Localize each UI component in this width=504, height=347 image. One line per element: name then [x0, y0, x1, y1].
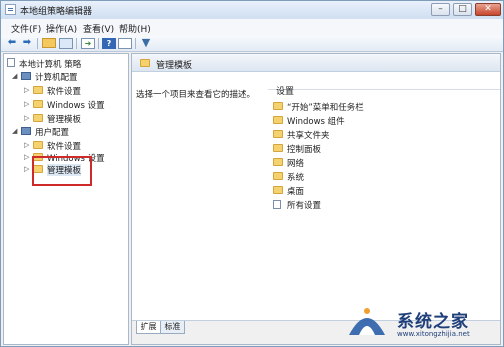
folder-icon [273, 172, 283, 180]
red-highlight-box [32, 156, 92, 186]
folder-icon [273, 144, 283, 152]
tab-expand[interactable]: 扩展 [136, 321, 161, 334]
folder-icon [273, 158, 283, 166]
show-tree-icon[interactable] [59, 38, 73, 49]
expand-arrow-icon[interactable]: ▷ [24, 165, 29, 173]
title-bar[interactable]: 本地组策略编辑器 – □ ✕ [1, 1, 503, 19]
collapse-arrow-icon[interactable]: ◢ [12, 127, 17, 135]
expand-arrow-icon[interactable]: ▷ [24, 114, 29, 122]
menu-view[interactable]: 查看(V) [83, 22, 114, 35]
user-icon [21, 127, 31, 135]
tree-item-computer-windows[interactable]: ▷ Windows 设置 [24, 99, 127, 111]
properties-icon[interactable] [118, 38, 132, 49]
export-icon[interactable]: ➜ [81, 38, 95, 49]
column-settings: 设置 [276, 87, 295, 97]
watermark-url: www.xitongzhijia.net [397, 330, 470, 338]
app-icon [5, 4, 16, 15]
folder-icon [273, 116, 283, 124]
toolbar-separator [98, 38, 99, 49]
tab-standard[interactable]: 标准 [160, 321, 185, 334]
back-arrow-icon[interactable]: ⬅ [5, 37, 19, 49]
folder-icon [33, 100, 43, 108]
expand-arrow-icon[interactable]: ▷ [24, 100, 29, 108]
maximize-button[interactable]: □ [453, 3, 472, 16]
tree-item-computer-software[interactable]: ▷ 软件设置 [24, 85, 127, 97]
menu-help[interactable]: 帮助(H) [119, 22, 151, 35]
toolbar: ⬅ ➡ ➜ ? ▼ [1, 35, 503, 52]
details-title: 管理模板 [156, 61, 193, 71]
toolbar-separator [135, 38, 136, 49]
folder-icon [33, 114, 43, 122]
details-header: 管理模板 [132, 54, 500, 72]
menu-action[interactable]: 操作(A) [46, 22, 77, 35]
minimize-button[interactable]: – [431, 3, 450, 16]
tree-root[interactable]: 本地计算机 策略 [7, 58, 127, 70]
tree-pane[interactable]: 本地计算机 策略 ◢ 计算机配置 ▷ 软件设置 ▷ Windows 设置 ▷ 管… [3, 53, 129, 345]
collapse-arrow-icon[interactable]: ◢ [12, 72, 17, 80]
expand-arrow-icon[interactable]: ▷ [24, 86, 29, 94]
window-title: 本地组策略编辑器 [20, 7, 93, 17]
help-icon[interactable]: ? [102, 38, 116, 49]
folder-icon [273, 186, 283, 194]
up-folder-icon[interactable] [42, 38, 56, 48]
folder-icon [273, 130, 283, 138]
close-button[interactable]: ✕ [475, 3, 501, 16]
menu-bar: 文件(F) 操作(A) 查看(V) 帮助(H) [1, 19, 503, 35]
folder-icon [273, 102, 283, 110]
forward-arrow-icon[interactable]: ➡ [20, 37, 34, 49]
tree-item-user-config[interactable]: ◢ 用户配置 [12, 126, 127, 138]
computer-icon [21, 72, 31, 80]
tree-item-computer-config[interactable]: ◢ 计算机配置 [12, 71, 127, 83]
expand-arrow-icon[interactable]: ▷ [24, 153, 29, 161]
watermark-logo-icon [349, 308, 385, 335]
description-text: 选择一个项目来查看它的描述。 [136, 90, 256, 100]
folder-icon [33, 86, 43, 94]
expand-arrow-icon[interactable]: ▷ [24, 141, 29, 149]
folder-icon [140, 59, 150, 67]
toolbar-separator [76, 38, 77, 49]
tree-item-user-software[interactable]: ▷ 软件设置 [24, 140, 127, 152]
toolbar-separator [37, 38, 38, 49]
folder-icon [33, 141, 43, 149]
settings-column-header[interactable]: 设置 [268, 79, 500, 97]
menu-file[interactable]: 文件(F) [11, 22, 41, 35]
policy-doc-icon [7, 58, 15, 67]
watermark: 系统之家 www.xitongzhijia.net [345, 297, 503, 343]
tree-item-computer-admin-templates[interactable]: ▷ 管理模板 [24, 113, 127, 125]
filter-icon[interactable]: ▼ [139, 37, 153, 49]
all-settings-icon [273, 200, 281, 209]
watermark-text: 系统之家 [397, 312, 469, 332]
group-policy-editor-window: 本地组策略编辑器 – □ ✕ 文件(F) 操作(A) 查看(V) 帮助(H) ⬅… [0, 0, 504, 347]
